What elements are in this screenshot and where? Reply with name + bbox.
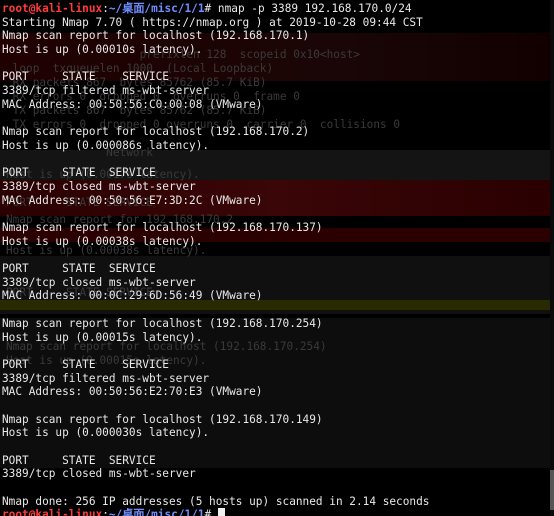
output-line: Nmap scan report for localhost (192.168.… <box>2 412 323 426</box>
output-line: PORT STATE SERVICE <box>2 357 169 371</box>
output-line: PORT STATE SERVICE <box>2 166 156 180</box>
output-line: Host is up (0.00015s latency). <box>2 330 203 344</box>
command-line: root@kali-linux:~/桌面/misc/1/1# nmap -p 3… <box>2 2 546 16</box>
terminal-output[interactable]: root@kali-linux:~/桌面/misc/1/1# nmap -p 3… <box>2 2 546 516</box>
output-line: MAC Address: 00:0C:29:6D:56:49 (VMware) <box>2 289 263 303</box>
prompt-symbol: # <box>204 2 218 15</box>
output-line: MAC Address: 00:50:56:E7:3D:2C (VMware) <box>2 193 263 207</box>
scrollbar-thumb[interactable] <box>550 470 554 510</box>
output-line: PORT STATE SERVICE <box>2 453 156 467</box>
output-line: Nmap scan report for localhost (192.168.… <box>2 125 310 139</box>
prompt-user-host: root@kali-linux <box>2 508 103 516</box>
scrollbar[interactable] <box>550 0 554 516</box>
text-cursor <box>217 508 225 516</box>
prompt-path: ~/桌面/misc/1/1 <box>108 2 205 15</box>
output-line: Host is up (0.000030s latency). <box>2 426 210 440</box>
output-line: MAC Address: 00:50:56:E2:70:E3 (VMware) <box>2 385 263 399</box>
output-line: Nmap scan report for localhost (192.168.… <box>2 29 310 43</box>
output-line: 3389/tcp closed ms-wbt-server <box>2 275 196 289</box>
output-line: Nmap done: 256 IP addresses (5 hosts up)… <box>2 494 430 508</box>
output-line: PORT STATE SERVICE <box>2 262 156 276</box>
output-line: 3389/tcp closed ms-wbt-server <box>2 467 196 481</box>
prompt-separator: : <box>102 508 109 516</box>
prompt-separator: : <box>102 2 109 15</box>
output-line: PORT STATE SERVICE <box>2 70 169 84</box>
output-line: 3389/tcp filtered ms-wbt-server <box>2 371 210 385</box>
output-line: Host is up (0.00010s latency). <box>2 43 203 57</box>
prompt-line[interactable]: root@kali-linux:~/桌面/misc/1/1# <box>2 508 546 516</box>
prompt-user-host: root@kali-linux <box>2 2 103 15</box>
output-line: Starting Nmap 7.70 ( https://nmap.org ) … <box>2 15 423 29</box>
output-line: MAC Address: 00:50:56:C0:00:08 (VMware) <box>2 97 263 111</box>
output-line: 3389/tcp closed ms-wbt-server <box>2 179 196 193</box>
prompt-path: ~/桌面/misc/1/1 <box>108 508 205 516</box>
output-line: 3389/tcp filtered ms-wbt-server <box>2 84 210 98</box>
output-line: Host is up (0.00038s latency). <box>2 234 203 248</box>
prompt-symbol: # <box>204 508 218 516</box>
output-line: Host is up (0.000086s latency). <box>2 138 210 152</box>
command-text: nmap -p 3389 192.168.170.0/24 <box>217 2 412 15</box>
output-line: Nmap scan report for localhost (192.168.… <box>2 316 323 330</box>
terminal-window[interactable]: prefixlen 128 scopeid 0x10<host> loop tx… <box>0 0 554 516</box>
output-line: Nmap scan report for localhost (192.168.… <box>2 221 323 234</box>
